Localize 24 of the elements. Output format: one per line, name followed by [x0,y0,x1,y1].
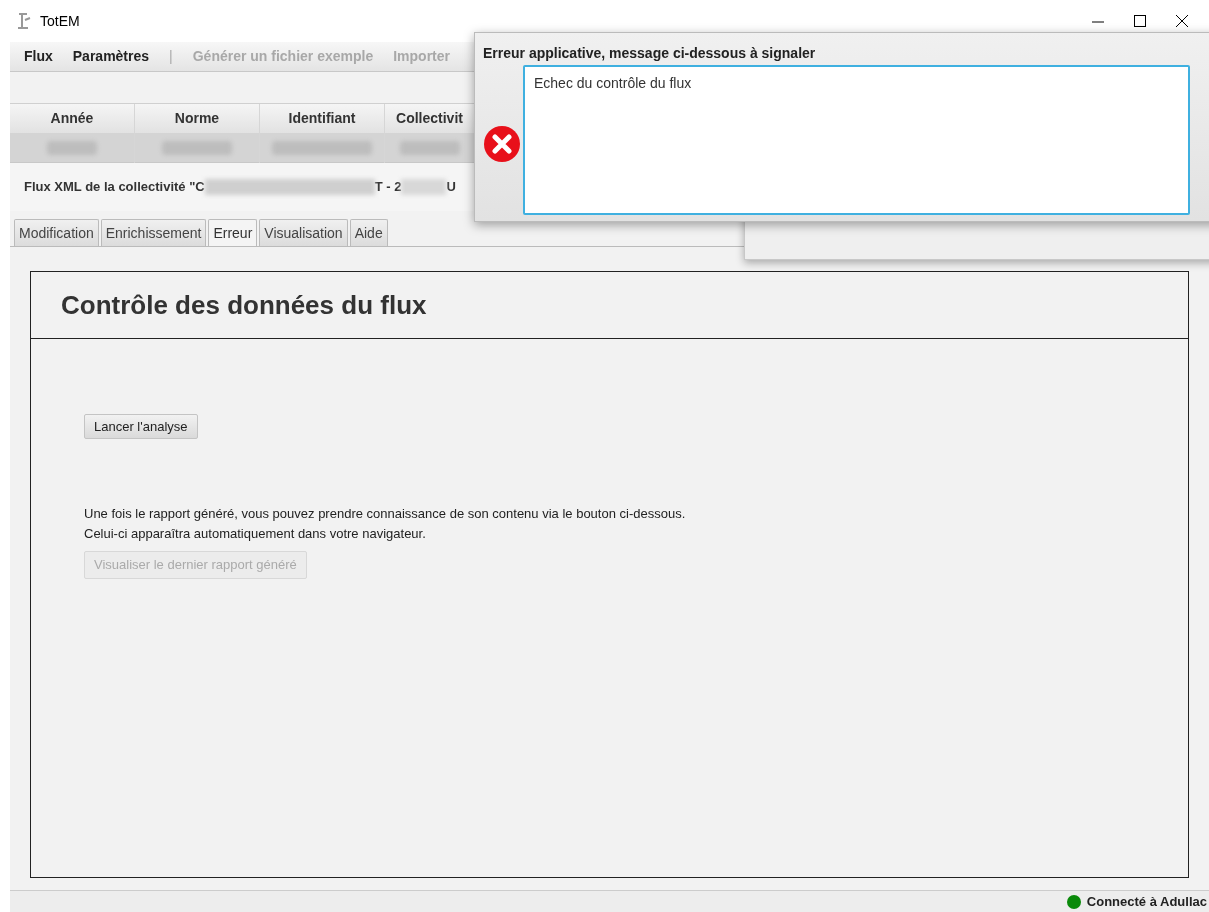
window-title: TotEM [40,11,80,31]
maximize-icon[interactable] [1133,14,1147,28]
info-text: Une fois le rapport généré, vous pouvez prendre connaissance de son contenu via le bouton ci-dessous. [84,505,686,523]
tab[interactable]: Enrichissement [100,219,207,246]
menu-item[interactable]: Flux [24,46,53,67]
flux-label: Flux XML de la collectivité "C [24,178,205,197]
message-box[interactable]: Echec du contrôle du flux [523,65,1190,215]
panel-title: Contrôle des données du flux [61,288,427,322]
menu-separator: | [169,47,173,66]
info-text: Celui-ci apparaîtra automatiquement dans votre navigateur. [84,525,427,543]
close-icon[interactable] [1175,14,1189,28]
tab[interactable]: Modification [14,219,99,246]
analyse-button[interactable]: Lancer l'analyse [84,414,198,439]
flux-label: U [446,178,456,197]
tab[interactable]: Visualisation [259,219,348,246]
dialog-title: Erreur applicative, message ci-dessous à signaler [483,43,816,63]
tab[interactable]: Aide [349,219,388,246]
status-text: Connecté à Adullac [1086,892,1207,911]
error-icon [483,125,521,163]
menu-item[interactable]: Paramètres [72,46,150,67]
app-icon [16,12,32,30]
blurred-text-block [401,179,447,195]
tab[interactable]: Erreur [208,219,258,246]
flux-label: T - 2 [374,178,402,197]
